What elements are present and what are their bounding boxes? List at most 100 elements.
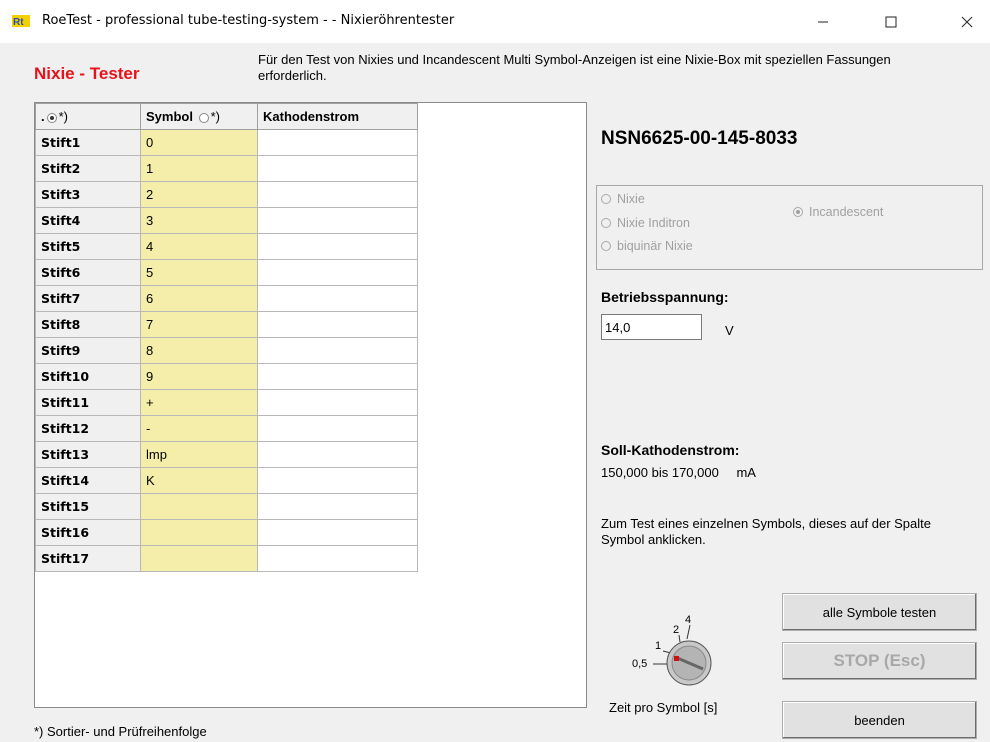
current-cell[interactable] <box>257 285 418 312</box>
time-per-symbol-dial[interactable]: 4 2 1 0,5 <box>617 609 732 689</box>
dial-label-4: 4 <box>685 614 691 626</box>
close-button[interactable] <box>944 0 990 44</box>
info-text: Für den Test von Nixies und Incandescent… <box>258 52 891 83</box>
symbol-cell[interactable]: 4 <box>140 233 258 260</box>
symbol-cell[interactable] <box>140 493 258 520</box>
col-pin-header[interactable]: . *) <box>35 103 141 130</box>
symbol-cell[interactable]: K <box>140 467 258 494</box>
sort-symbol-radio[interactable] <box>198 112 209 123</box>
current-cell[interactable] <box>257 519 418 546</box>
table-row[interactable]: Stift8 7 <box>35 311 418 338</box>
radio-incandescent[interactable]: Incandescent <box>793 205 883 219</box>
roetest-logo-icon: Rt <box>12 15 30 28</box>
pin-cell[interactable]: Stift2 <box>35 155 141 182</box>
col-symbol-header[interactable]: Symbol *) <box>140 103 258 130</box>
symbol-cell[interactable]: 2 <box>140 181 258 208</box>
symbol-cell[interactable]: 7 <box>140 311 258 338</box>
symbol-cell[interactable]: lmp <box>140 441 258 468</box>
current-cell[interactable] <box>257 207 418 234</box>
symbol-cell[interactable]: 3 <box>140 207 258 234</box>
current-cell[interactable] <box>257 363 418 390</box>
radio-nixie-inditron-label: Nixie Inditron <box>617 216 690 230</box>
pin-cell[interactable]: Stift12 <box>35 415 141 442</box>
maximize-button[interactable] <box>868 0 914 44</box>
table-row[interactable]: Stift5 4 <box>35 233 418 260</box>
current-cell[interactable] <box>257 389 418 416</box>
pin-cell[interactable]: Stift7 <box>35 285 141 312</box>
table-row[interactable]: Stift11 + <box>35 389 418 416</box>
table-row[interactable]: Stift15 <box>35 493 418 520</box>
table-row[interactable]: Stift6 5 <box>35 259 418 286</box>
table-row[interactable]: Stift7 6 <box>35 285 418 312</box>
col-current-header[interactable]: Kathodenstrom <box>257 103 418 130</box>
pin-grid[interactable]: . *) Symbol *) Kathodenstrom Stift1 0 Stift… <box>34 102 587 708</box>
current-cell[interactable] <box>257 337 418 364</box>
current-cell[interactable] <box>257 441 418 468</box>
pin-cell[interactable]: Stift6 <box>35 259 141 286</box>
pin-cell[interactable]: Stift9 <box>35 337 141 364</box>
pin-cell[interactable]: Stift11 <box>35 389 141 416</box>
pin-cell[interactable]: Stift1 <box>35 129 141 156</box>
pin-cell[interactable]: Stift3 <box>35 181 141 208</box>
current-cell[interactable] <box>257 493 418 520</box>
pin-cell[interactable]: Stift5 <box>35 233 141 260</box>
pin-cell[interactable]: Stift10 <box>35 363 141 390</box>
symbol-cell[interactable] <box>140 519 258 546</box>
col-symbol-prefix: Symbol <box>146 109 193 124</box>
table-row[interactable]: Stift12- <box>35 415 418 442</box>
current-cell[interactable] <box>257 155 418 182</box>
current-cell[interactable] <box>257 259 418 286</box>
pin-cell[interactable]: Stift13 <box>35 441 141 468</box>
minimize-icon <box>818 21 828 23</box>
table-row[interactable]: Stift4 3 <box>35 207 418 234</box>
current-cell[interactable] <box>257 467 418 494</box>
current-cell[interactable] <box>257 181 418 208</box>
table-row[interactable]: Stift14 K <box>35 467 418 494</box>
radio-nixie[interactable]: Nixie <box>601 192 645 206</box>
sort-pin-radio[interactable] <box>46 112 57 123</box>
symbol-cell[interactable]: 1 <box>140 155 258 182</box>
symbol-cell[interactable]: 8 <box>140 337 258 364</box>
table-row[interactable]: Stift13 lmp <box>35 441 418 468</box>
radio-biquinar-nixie[interactable]: biquinär Nixie <box>601 239 693 253</box>
current-cell[interactable] <box>257 129 418 156</box>
soll-current-range: 150,000 bis 170,000 <box>601 465 719 480</box>
end-button[interactable]: beenden <box>782 701 977 739</box>
table-row[interactable]: Stift1 0 <box>35 129 418 156</box>
current-cell[interactable] <box>257 233 418 260</box>
radio-incandescent-dot <box>793 207 803 217</box>
table-row[interactable]: Stift10 9 <box>35 363 418 390</box>
current-cell[interactable] <box>257 545 418 572</box>
client-area: Nixie - Tester Für den Test von Nixies u… <box>0 44 990 742</box>
stop-button[interactable]: STOP (Esc) <box>782 642 977 680</box>
voltage-input[interactable] <box>601 314 702 340</box>
symbol-cell[interactable]: 0 <box>140 129 258 156</box>
pin-cell[interactable]: Stift8 <box>35 311 141 338</box>
table-row[interactable]: Stift16 <box>35 519 418 546</box>
voltage-unit: V <box>725 323 734 338</box>
current-cell[interactable] <box>257 415 418 442</box>
symbol-cell[interactable]: + <box>140 389 258 416</box>
pin-cell[interactable]: Stift14 <box>35 467 141 494</box>
pin-cell[interactable]: Stift4 <box>35 207 141 234</box>
table-row[interactable]: Stift9 8 <box>35 337 418 364</box>
pin-table: . *) Symbol *) Kathodenstrom Stift1 0 Stift… <box>35 103 418 572</box>
col-current-label: Kathodenstrom <box>263 109 360 124</box>
tube-name: NSN6625-00-145-8033 <box>601 128 798 149</box>
radio-incandescent-label: Incandescent <box>809 205 884 219</box>
radio-nixie-inditron[interactable]: Nixie Inditron <box>601 216 690 230</box>
minimize-button[interactable] <box>800 0 846 44</box>
symbol-cell[interactable]: 5 <box>140 259 258 286</box>
pin-cell[interactable]: Stift17 <box>35 545 141 572</box>
symbol-cell[interactable]: - <box>140 415 258 442</box>
symbol-cell[interactable] <box>140 545 258 572</box>
table-row[interactable]: Stift17 <box>35 545 418 572</box>
table-row[interactable]: Stift2 1 <box>35 155 418 182</box>
pin-cell[interactable]: Stift15 <box>35 493 141 520</box>
symbol-cell[interactable]: 6 <box>140 285 258 312</box>
test-all-button[interactable]: alle Symbole testen <box>782 593 977 631</box>
symbol-cell[interactable]: 9 <box>140 363 258 390</box>
current-cell[interactable] <box>257 311 418 338</box>
table-row[interactable]: Stift3 2 <box>35 181 418 208</box>
pin-cell[interactable]: Stift16 <box>35 519 141 546</box>
